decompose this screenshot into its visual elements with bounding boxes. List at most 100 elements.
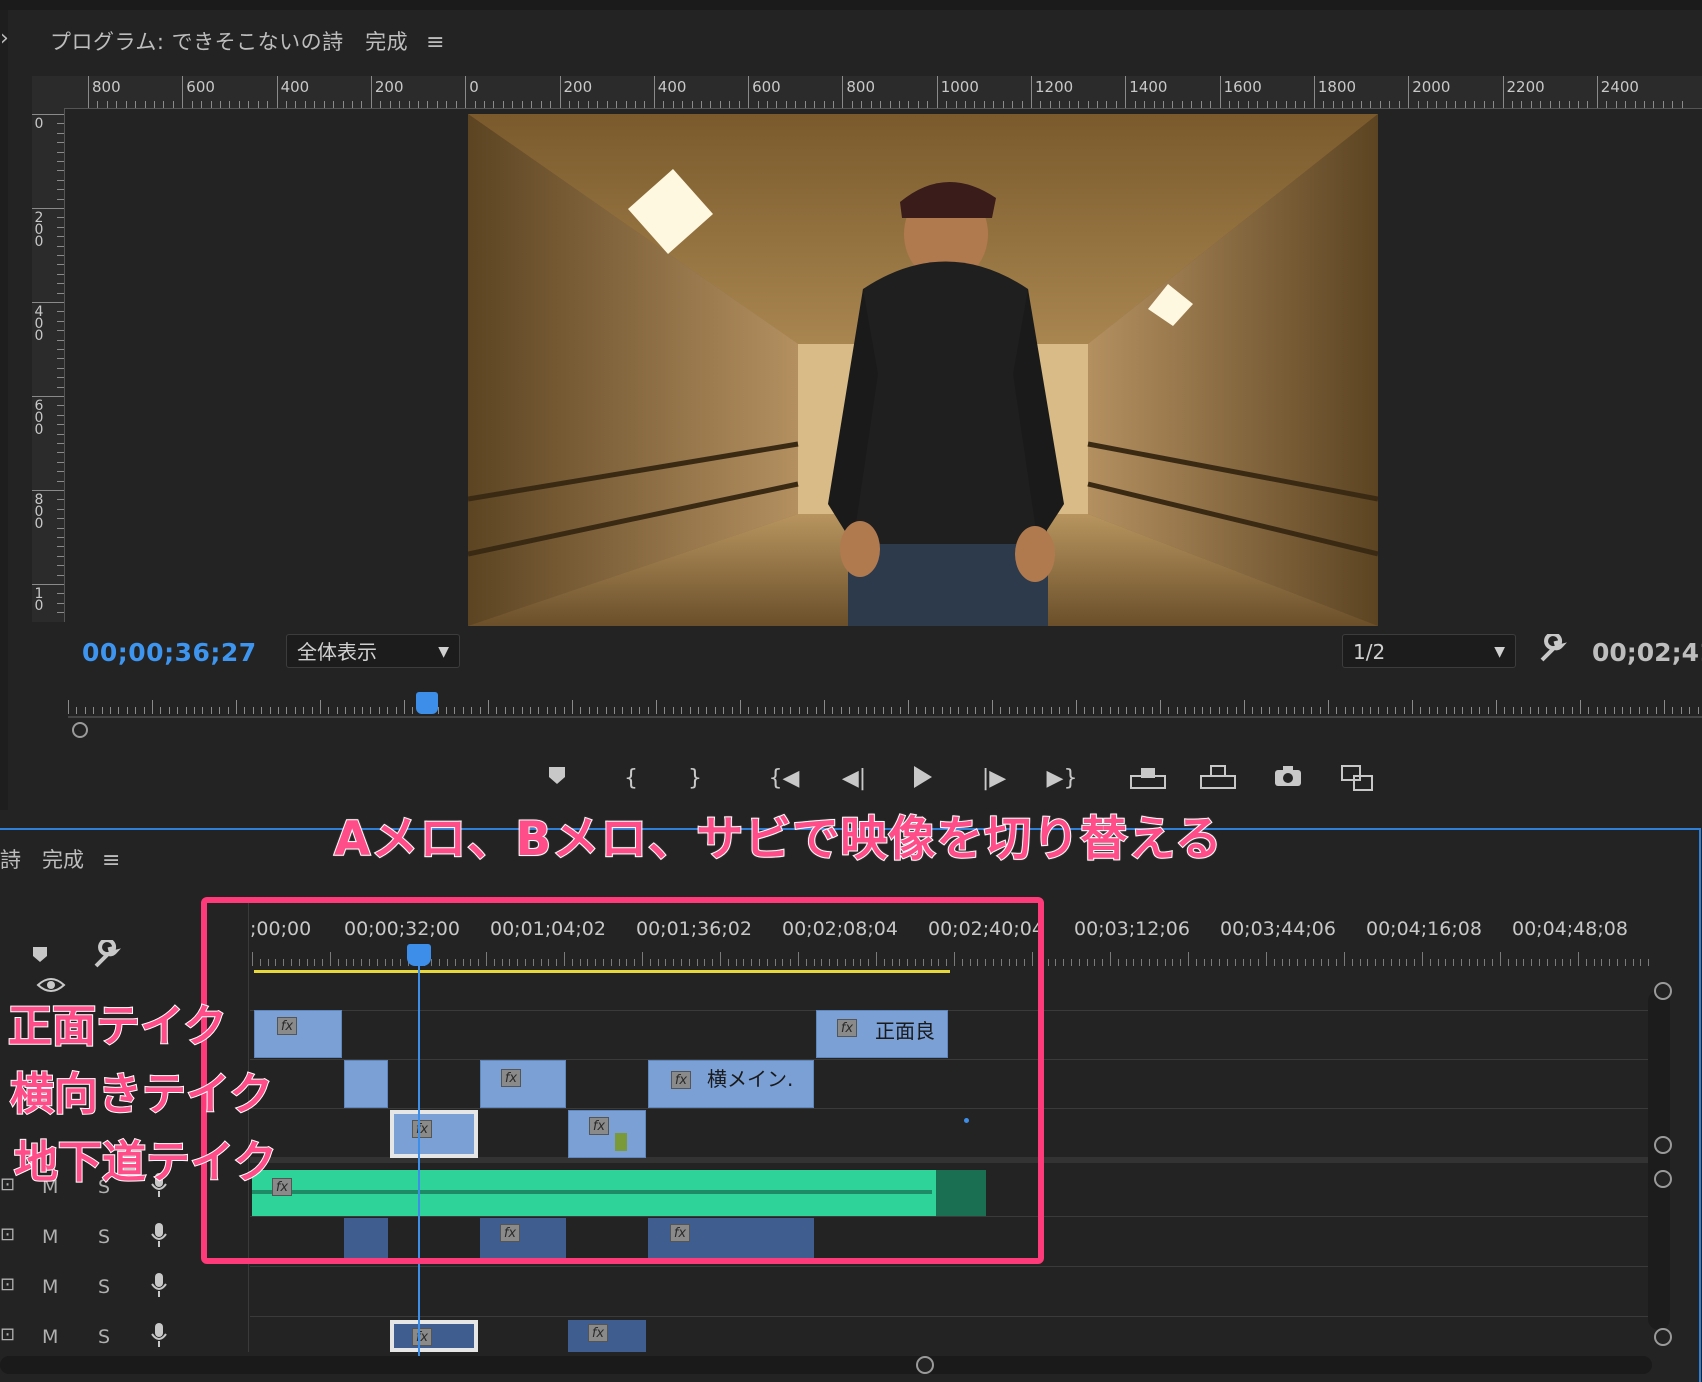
scroll-handle-bottom[interactable] [1654, 1136, 1672, 1154]
track-lock-icon[interactable]: ⊡ [0, 1274, 15, 1295]
timeline-tick [1390, 959, 1392, 966]
timeline-tick [1312, 959, 1314, 966]
step-forward-icon[interactable]: |▶ [972, 764, 1016, 794]
scrub-tick [630, 707, 632, 714]
timeline-tick [1180, 959, 1182, 966]
scrub-tick [1361, 707, 1363, 714]
scroll-handle-top[interactable] [1654, 1170, 1672, 1188]
go-to-in-icon[interactable]: {◀ [762, 764, 806, 794]
horizontal-scrollbar[interactable] [0, 1356, 1652, 1374]
solo-track-button[interactable]: S [98, 1326, 110, 1348]
mute-track-button[interactable]: M [42, 1326, 58, 1348]
ruler-minor-tick [436, 101, 438, 108]
mute-track-button[interactable]: M [42, 1226, 58, 1248]
solo-track-button[interactable]: S [98, 1276, 110, 1298]
ruler-minor-tick [993, 101, 995, 108]
track-lock-icon[interactable]: ⊡ [0, 1324, 15, 1345]
play-icon[interactable] [900, 764, 944, 794]
timeline-tick [1461, 959, 1462, 966]
scrub-tick [1580, 700, 1581, 714]
vertical-scrollbar[interactable] [1648, 990, 1670, 1330]
scrub-track[interactable] [68, 716, 1702, 718]
ruler-minor-tick [220, 101, 222, 108]
ruler-minor-tick [597, 101, 599, 108]
step-back-icon[interactable]: ◀| [832, 764, 876, 794]
audio-clip[interactable]: fx [568, 1320, 646, 1352]
timeline-tick [1429, 959, 1431, 966]
track-lock-icon[interactable]: ⊡ [0, 1174, 15, 1195]
scroll-handle-top[interactable] [1654, 982, 1672, 1000]
ruler-major-tick [559, 76, 561, 108]
marker-icon[interactable] [535, 764, 579, 794]
ruler-major-tick [32, 396, 64, 397]
ruler-minor-tick [974, 101, 976, 108]
timeline-tick [1507, 959, 1509, 966]
camera-icon[interactable] [1266, 764, 1310, 794]
ruler-minor-tick [455, 101, 457, 108]
scrub-tick [1076, 700, 1077, 714]
microphone-icon[interactable] [150, 1222, 168, 1252]
zoom-level-select[interactable]: 全体表示 ▼ [286, 634, 460, 668]
current-timecode[interactable]: 00;00;36;27 [82, 638, 257, 667]
audio-clip-selected[interactable]: fx [390, 1320, 478, 1352]
ruler-major-tick [1125, 76, 1127, 108]
mark-in-icon[interactable]: { [609, 764, 653, 794]
timeline-tab[interactable]: 詩 完成 ≡ [0, 844, 120, 874]
scrub-tick [320, 700, 321, 714]
timeline-focus-border-right [1699, 828, 1701, 1382]
mark-out-icon[interactable]: } [673, 764, 717, 794]
program-video-frame[interactable] [468, 114, 1378, 626]
ruler-minor-tick [606, 101, 608, 108]
horizontal-scroll-handle[interactable] [916, 1356, 934, 1374]
wrench-icon[interactable] [1538, 632, 1568, 671]
solo-track-button[interactable]: S [98, 1226, 110, 1248]
ruler-minor-tick [1134, 101, 1136, 108]
lift-icon[interactable] [1126, 764, 1170, 794]
ruler-label: 8 0 0 [34, 492, 44, 532]
monitor-playhead[interactable] [416, 692, 439, 714]
mute-track-button[interactable]: M [42, 1276, 58, 1298]
annotation-label-underpass: 地下道テイク [13, 1136, 278, 1189]
microphone-icon[interactable] [150, 1322, 168, 1352]
zoom-handle[interactable] [72, 722, 88, 738]
timeline-tick [1554, 959, 1556, 966]
scrub-tick [1260, 707, 1262, 714]
expand-panel-icon[interactable]: › [0, 26, 9, 51]
panel-menu-icon[interactable]: ≡ [102, 848, 120, 873]
ruler-label: 200 [563, 78, 593, 96]
zoom-level-value: 全体表示 [297, 640, 377, 664]
microphone-icon[interactable] [150, 1272, 168, 1302]
scrub-tick [1605, 707, 1607, 714]
extract-icon[interactable] [1196, 764, 1240, 794]
ruler-minor-tick [57, 189, 64, 191]
scrub-tick [832, 707, 834, 714]
scrub-tick [294, 707, 296, 714]
ruler-label: 800 [846, 78, 876, 96]
add-marker-icon[interactable] [30, 944, 50, 968]
scrub-ruler[interactable] [68, 700, 1702, 714]
compare-icon[interactable] [1336, 764, 1380, 794]
scrub-tick [656, 700, 657, 714]
ruler-major-tick [32, 114, 64, 115]
timeline-tick [1047, 959, 1049, 966]
ruler-minor-tick [691, 101, 693, 108]
scrub-tick [723, 707, 725, 714]
scrub-tick [454, 707, 456, 714]
timeline-settings-wrench-icon[interactable] [92, 938, 122, 974]
scrub-tick [110, 707, 111, 714]
scrub-tick [840, 707, 842, 714]
timeline-tick [1515, 959, 1517, 966]
timeline-tick [1156, 959, 1158, 966]
program-monitor-tab[interactable]: プログラム: できそこないの詩 完成 ≡ [50, 26, 445, 56]
scrub-tick [84, 707, 86, 714]
duration-timecode: 00;02;41 [1592, 638, 1702, 667]
scrub-tick [1328, 700, 1329, 714]
scrub-tick [622, 707, 624, 714]
go-to-out-icon[interactable]: ▶} [1040, 764, 1084, 794]
scrub-tick [647, 707, 649, 714]
scroll-handle-bottom[interactable] [1654, 1328, 1672, 1346]
panel-menu-icon[interactable]: ≡ [426, 30, 445, 55]
resolution-select[interactable]: 1/2 ▼ [1342, 634, 1516, 668]
scrub-tick [1034, 707, 1035, 714]
track-lock-icon[interactable]: ⊡ [0, 1224, 15, 1245]
